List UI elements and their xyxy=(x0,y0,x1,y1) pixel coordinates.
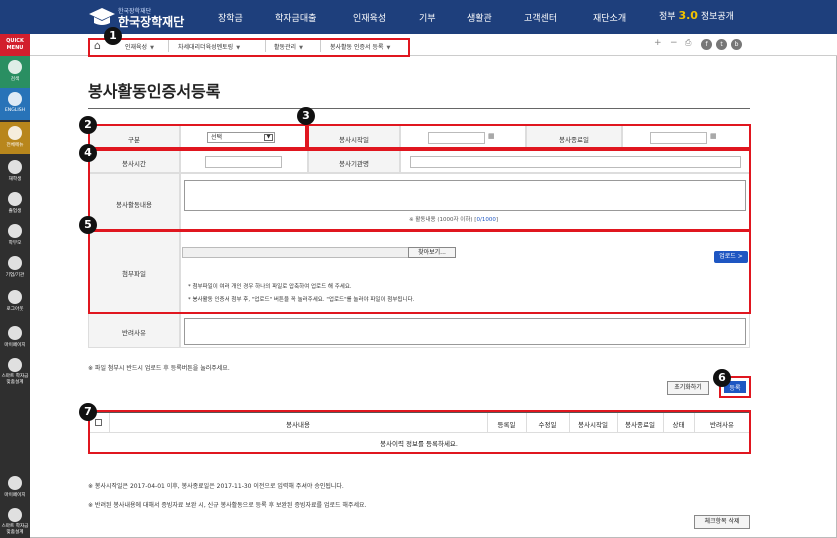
logo-text: 한국장학재단 xyxy=(118,15,185,29)
gov-prefix: 정부 xyxy=(659,12,676,22)
smart-icon xyxy=(8,508,22,522)
annotation-marker-5: 5 xyxy=(79,216,97,234)
sidebar-item-1[interactable]: ENGLISH xyxy=(0,88,30,120)
sidebar-item-label: 로그아웃 xyxy=(6,307,24,312)
people-icon xyxy=(8,224,22,238)
delete-checked-button[interactable]: 체크항목 삭제 xyxy=(694,515,750,529)
gov-suffix: 정보공개 xyxy=(700,12,734,22)
quick-sidebar: QUICK MENU 검색 ENGLISH 전체메뉴재학생졸업생학부모기업/기관로그… xyxy=(0,34,30,538)
sidebar-item-3[interactable]: 재학생 xyxy=(0,156,30,188)
sidebar-item-label: 졸업생 xyxy=(8,209,22,214)
footnote-2: ※ 반려된 봉사내용에 대해서 증빙자료 보완 시, 신규 봉사활동으로 등록 … xyxy=(88,502,367,509)
annotation-box-4 xyxy=(88,149,751,231)
sidebar-item-4[interactable]: 졸업생 xyxy=(0,188,30,220)
sidebar-item-label: 검색 xyxy=(10,77,20,82)
annotation-marker-2: 2 xyxy=(79,116,97,134)
sidebar-bottom-item-0[interactable]: 마이페이지 xyxy=(0,472,30,504)
sidebar-item-label: 마이페이지 xyxy=(4,343,26,348)
sidebar-item-label: 전체메뉴 xyxy=(6,143,24,148)
annotation-box-3 xyxy=(307,124,751,149)
sidebar-bottom-item-1[interactable]: 스마트 학자금 맞춤설계 xyxy=(0,504,30,538)
title-divider xyxy=(88,108,750,109)
annotation-box-7 xyxy=(88,410,751,454)
footnote-1: ※ 봉사시작일은 2017-04-01 이후, 봉사종료일은 2017-11-3… xyxy=(88,483,344,490)
building-icon xyxy=(8,256,22,270)
sidebar-item-2[interactable]: 전체메뉴 xyxy=(0,122,30,154)
reject-reason-textarea xyxy=(184,318,746,345)
sidebar-item-label: 스마트 학자금 맞춤설계 xyxy=(1,524,29,535)
nav-about[interactable]: 재단소개 xyxy=(593,11,626,24)
reset-button[interactable]: 초기화하기 xyxy=(667,381,709,395)
facebook-icon[interactable]: f xyxy=(701,39,712,50)
globe-icon xyxy=(8,92,22,106)
blog-icon[interactable]: b xyxy=(731,39,742,50)
upload-notice: ※ 파일 첨부시 반드시 업로드 후 등록버튼을 눌러주세요. xyxy=(88,365,230,372)
smart-icon xyxy=(8,358,22,372)
annotation-marker-6: 6 xyxy=(713,369,731,387)
graduation-cap-logo-icon xyxy=(89,8,115,25)
sidebar-item-label: 학부모 xyxy=(8,241,22,246)
sidebar-item-9[interactable]: 스마트 학자금 맞춤설계 xyxy=(0,354,30,388)
quick-menu-button[interactable]: QUICK MENU xyxy=(0,34,30,56)
print-icon[interactable]: ⎙ xyxy=(685,38,691,48)
sidebar-item-5[interactable]: 학부모 xyxy=(0,220,30,252)
nav-donation[interactable]: 기부 xyxy=(419,11,436,24)
sidebar-item-label: ENGLISH xyxy=(4,108,26,113)
sidebar-item-label: 스마트 학자금 맞춤설계 xyxy=(1,374,29,385)
sidebar-item-label: 재학생 xyxy=(8,177,22,182)
nav-customer-center[interactable]: 고객센터 xyxy=(524,11,557,24)
sidebar-item-label: 마이페이지 xyxy=(4,493,26,498)
annotation-box-1 xyxy=(88,38,410,57)
logo[interactable]: 한국장학재단 한국장학재단 xyxy=(88,4,208,30)
sidebar-item-6[interactable]: 기업/기관 xyxy=(0,252,30,284)
sidebar-item-8[interactable]: 마이페이지 xyxy=(0,322,30,354)
annotation-box-2 xyxy=(88,124,307,149)
nav-talent[interactable]: 인재육성 xyxy=(353,11,386,24)
sidebar-item-label: 기업/기관 xyxy=(5,273,25,278)
annotation-marker-7: 7 xyxy=(79,403,97,421)
reject-label: 반려사유 xyxy=(122,329,146,337)
reject-label-cell: 반려사유 xyxy=(88,313,180,348)
twitter-icon[interactable]: t xyxy=(716,39,727,50)
gov-info-link[interactable]: 정부 3.0 정보공개 xyxy=(659,9,734,22)
search-icon xyxy=(8,60,22,74)
nav-scholarship[interactable]: 장학금 xyxy=(218,11,243,24)
reject-cell xyxy=(180,313,750,348)
mypage-icon xyxy=(8,326,22,340)
annotation-marker-4: 4 xyxy=(79,144,97,162)
zoom-out-icon[interactable]: − xyxy=(670,38,678,48)
top-navigation: 한국장학재단 한국장학재단 장학금 학자금대출 인재육성 기부 생활관 고객센터… xyxy=(0,0,837,34)
annotation-box-5 xyxy=(88,230,751,314)
nav-dormitory[interactable]: 생활관 xyxy=(467,11,492,24)
book-icon xyxy=(8,160,22,174)
mypage-icon xyxy=(8,476,22,490)
gov-3-0-badge: 3.0 xyxy=(678,9,698,22)
sidebar-item-0[interactable]: 검색 xyxy=(0,56,30,88)
page-title: 봉사활동인증서등록 xyxy=(88,82,221,101)
compass-icon xyxy=(8,126,22,140)
annotation-marker-3: 3 xyxy=(297,107,315,125)
graduation-cap-icon xyxy=(8,192,22,206)
annotation-marker-1: 1 xyxy=(104,27,122,45)
sidebar-item-7[interactable]: 로그아웃 xyxy=(0,286,30,318)
nav-student-loan[interactable]: 학자금대출 xyxy=(275,11,316,24)
zoom-in-icon[interactable]: + xyxy=(654,38,662,48)
logout-icon xyxy=(8,290,22,304)
